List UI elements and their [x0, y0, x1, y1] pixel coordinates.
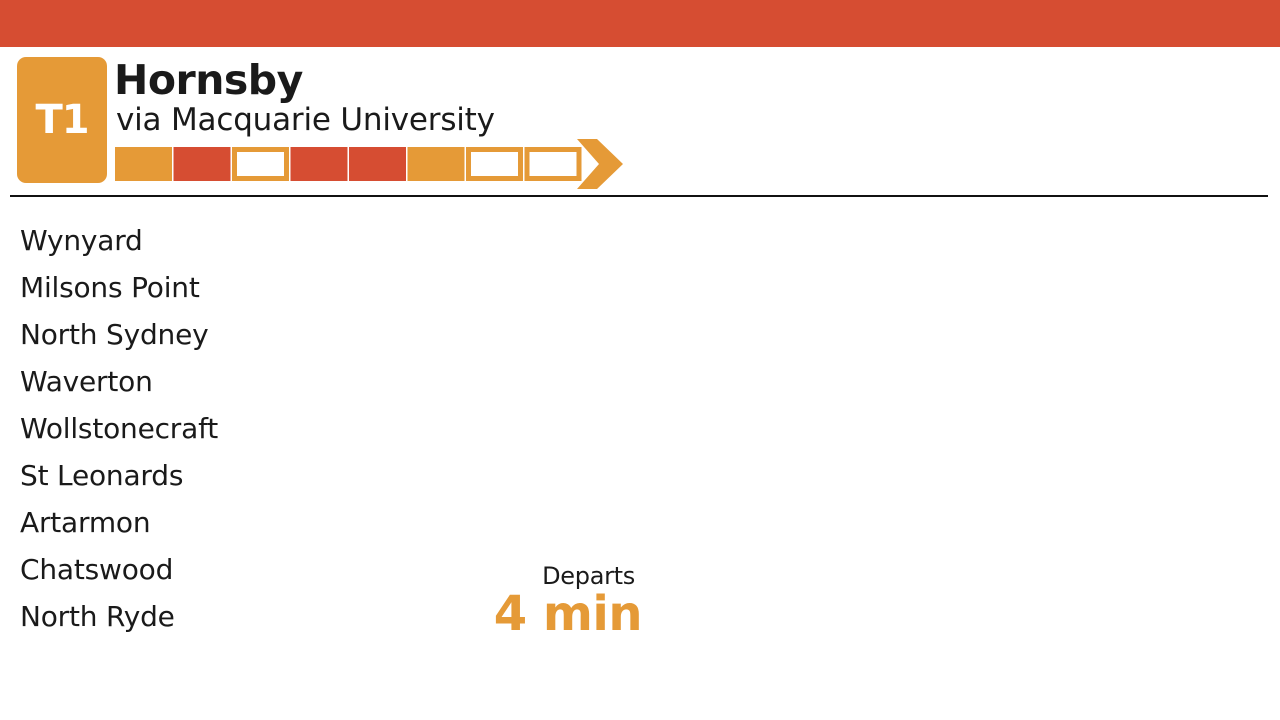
stop-item: Wynyard [20, 224, 143, 257]
stop-item: Waverton [20, 365, 153, 398]
train-car-red [290, 147, 348, 181]
train-car-outline [524, 147, 582, 181]
arrow-right-icon [577, 139, 623, 189]
train-car-outline [466, 147, 523, 181]
train-car-red [173, 147, 231, 181]
line-badge-label: T1 [35, 97, 89, 143]
line-badge: T1 [17, 57, 107, 183]
train-car-outline [232, 147, 289, 181]
destination-title: Hornsby [114, 56, 303, 104]
stop-item: Chatswood [20, 553, 174, 586]
stop-item: Milsons Point [20, 271, 200, 304]
train-car-orange [115, 147, 172, 181]
header-divider [10, 195, 1268, 197]
stop-item: North Sydney [20, 318, 209, 351]
header-bar [0, 0, 1280, 47]
stop-item: Wollstonecraft [20, 412, 219, 445]
stops-list: Wynyard Milsons Point North Sydney Waverton… [20, 217, 218, 640]
departs-time: 4 min [493, 586, 643, 642]
via-subtitle: via Macquarie University [116, 102, 495, 138]
train-car-diagram [115, 139, 623, 189]
stop-item: Artarmon [20, 506, 151, 539]
departure-board: T1 Hornsby via Macquarie University Wyny… [0, 0, 1280, 720]
stop-item: North Ryde [20, 600, 175, 633]
stop-item: St Leonards [20, 459, 184, 492]
train-car-orange [407, 147, 465, 181]
train-car-red [349, 147, 406, 181]
